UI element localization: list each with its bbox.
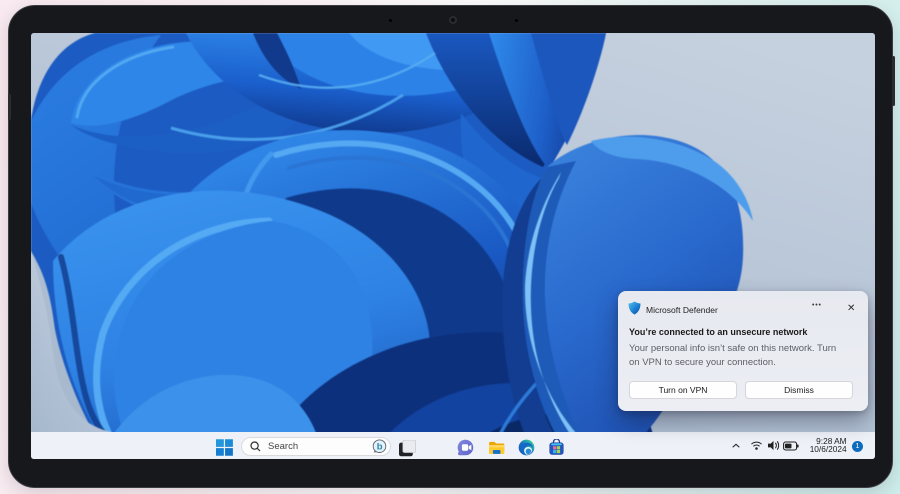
svg-text:b: b bbox=[377, 442, 383, 453]
